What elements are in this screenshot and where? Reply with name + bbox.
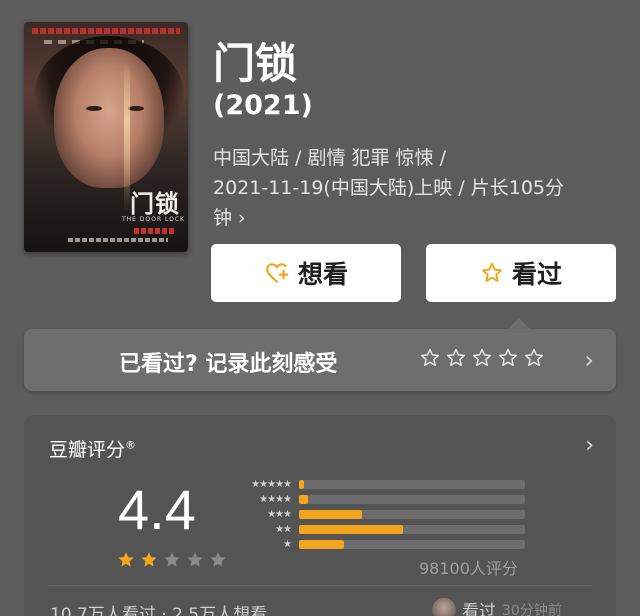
star-filled-icon [141, 552, 157, 567]
distribution-star-label: ★★★ [267, 509, 292, 520]
watched-label: 看过 [511, 260, 562, 289]
distribution-bar [299, 540, 345, 549]
friend-watched[interactable]: 看过 30分钟前 [432, 597, 562, 616]
poster-footer-credits [68, 238, 168, 242]
poster-tagline [32, 28, 180, 34]
chevron-right-icon[interactable]: › [584, 346, 594, 374]
distribution-row: ★★★★★ [229, 477, 525, 492]
movie-info-line: 中国大陆 / 剧情 犯罪 惊悚 / [213, 147, 447, 169]
star-outline-icon[interactable] [523, 347, 545, 369]
heart-plus-icon [266, 263, 289, 283]
distribution-bar [299, 510, 363, 519]
record-star-rating[interactable] [419, 347, 545, 369]
vote-count[interactable]: 98100人评分 [419, 555, 518, 579]
want-to-watch-label: 想看 [297, 260, 348, 289]
distribution-bar [299, 525, 403, 534]
star-outline-icon[interactable] [419, 347, 441, 369]
watch-stats[interactable]: 10.7万人看过 · 2.5万人想看 [50, 600, 267, 616]
movie-year: (2021) [213, 90, 313, 121]
want-to-watch-button[interactable]: 想看 [211, 244, 401, 302]
movie-info[interactable]: 中国大陆 / 剧情 犯罪 惊悚 / 2021-11-19(中国大陆)上映 / 片… [213, 143, 623, 233]
distribution-track [299, 540, 525, 549]
record-feeling-bar[interactable]: 已看过? 记录此刻感受 › [24, 329, 616, 391]
poster-eye [86, 106, 102, 111]
star-empty-icon [210, 552, 226, 567]
movie-info-line: 钟 [213, 207, 233, 229]
record-pointer [508, 318, 530, 329]
movie-info-line-last: 钟 › [213, 203, 623, 233]
poster-face [54, 48, 164, 188]
star-outline-icon[interactable] [497, 347, 519, 369]
divider [48, 585, 592, 586]
distribution-row: ★★★ [229, 507, 525, 522]
distribution-row: ★★★★ [229, 492, 525, 507]
friend-watched-time: 30分钟前 [502, 602, 562, 616]
poster-title: 门锁 [130, 189, 180, 218]
poster-subtitle: THE DOOR LOCK [122, 216, 185, 223]
movie-title: 门锁 [213, 39, 298, 88]
star-outline-icon [482, 262, 502, 282]
rating-score: 4.4 [118, 478, 196, 541]
star-outline-icon[interactable] [471, 347, 493, 369]
star-outline-icon[interactable] [445, 347, 467, 369]
distribution-bar [299, 480, 304, 489]
distribution-star-label: ★★★★ [259, 494, 292, 505]
distribution-row: ★★ [229, 522, 525, 537]
distribution-star-label: ★★ [275, 524, 292, 535]
record-feeling-text: 已看过? 记录此刻感受 [119, 352, 338, 377]
watched-button[interactable]: 看过 [426, 244, 616, 302]
distribution-row: ★ [229, 537, 525, 552]
chevron-right-icon: › [238, 207, 246, 229]
registered-mark: ® [125, 438, 137, 452]
rating-distribution: ★★★★★ ★★★★ ★★★ ★★ ★ [229, 477, 525, 552]
distribution-track [299, 495, 525, 504]
rating-stars [116, 550, 228, 570]
distribution-bar [299, 495, 309, 504]
distribution-track [299, 510, 525, 519]
star-empty-icon [187, 552, 203, 567]
star-filled-icon [118, 552, 134, 567]
chevron-right-icon[interactable]: › [585, 433, 594, 458]
movie-info-line: 2021-11-19(中国大陆)上映 / 片长105分 [213, 177, 564, 199]
distribution-track [299, 525, 525, 534]
poster-release-date [134, 228, 176, 234]
douban-rating-card[interactable]: 豆瓣评分® › 4.4 ★★★★★ ★★★★ ★★★ ★★ ★ 98100人评分 10.… [24, 415, 616, 616]
rating-header-text: 豆瓣评分 [49, 439, 126, 461]
distribution-star-label: ★★★★★ [251, 479, 292, 490]
friend-watched-label: 看过 [462, 602, 496, 616]
movie-poster[interactable]: 门锁 THE DOOR LOCK [24, 22, 188, 252]
poster-eye [128, 106, 144, 111]
distribution-star-label: ★ [283, 539, 292, 550]
distribution-track [299, 480, 525, 489]
avatar [432, 597, 456, 616]
star-empty-icon [164, 552, 180, 567]
rating-header: 豆瓣评分® [49, 435, 136, 462]
